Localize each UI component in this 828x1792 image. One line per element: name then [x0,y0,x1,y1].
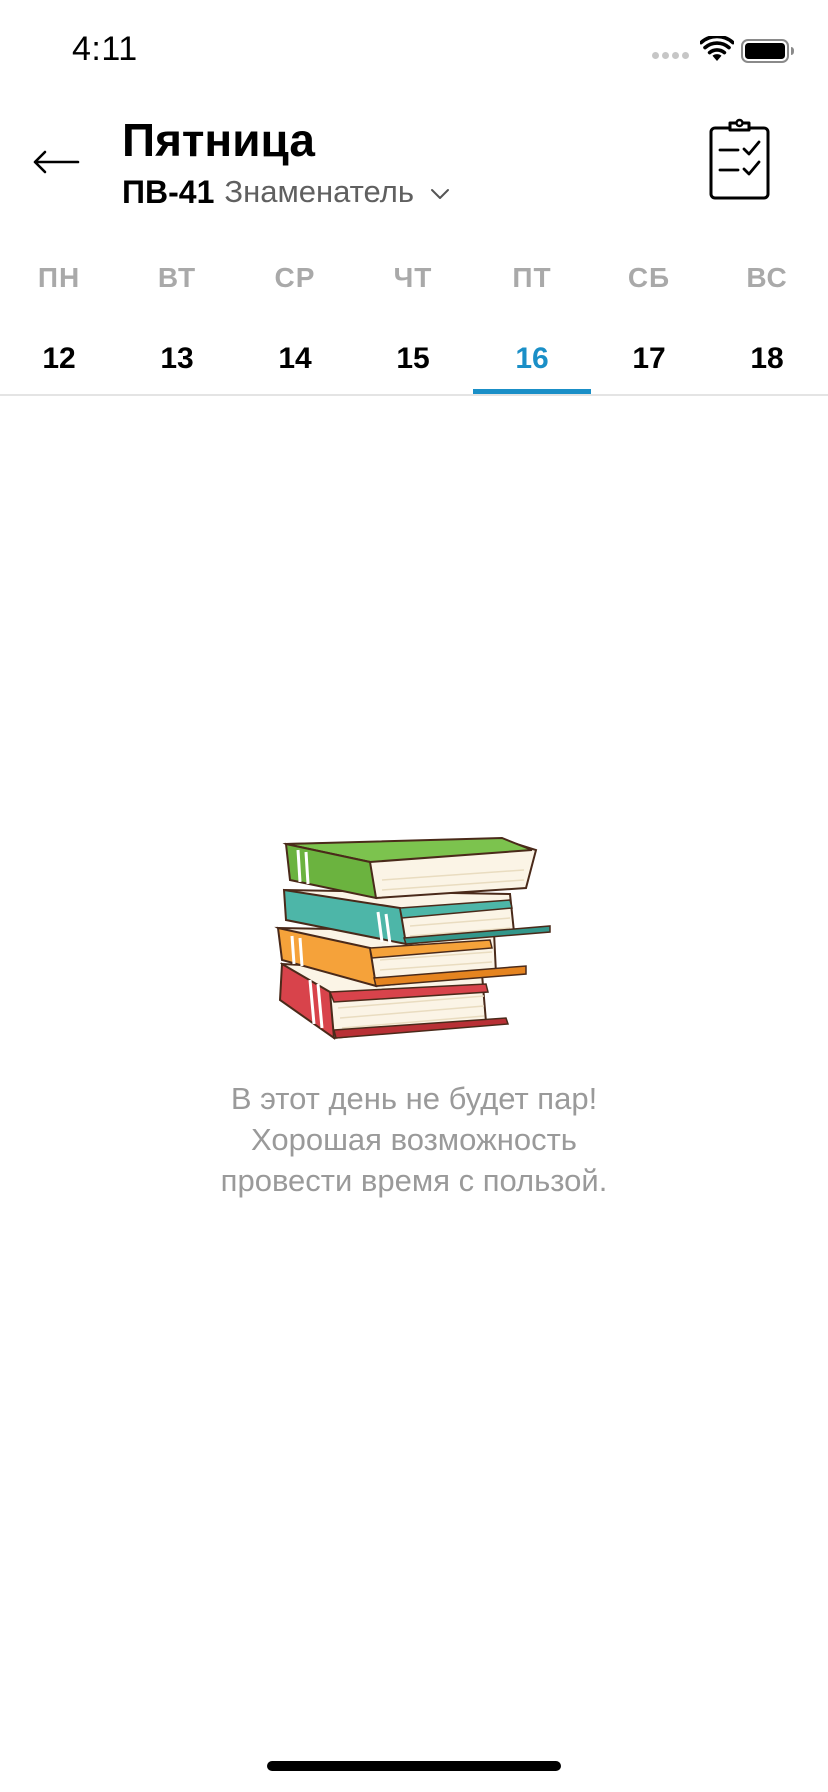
page-title: Пятница [122,114,315,166]
day-tab-tue[interactable]: ВТ 13 [118,250,236,396]
day-tab-sat[interactable]: СБ 17 [590,250,708,396]
day-name: ПТ [512,262,552,293]
tasks-button[interactable] [706,118,774,202]
empty-state-line: В этот день не будет пар! [230,1081,598,1116]
day-name: ПН [37,262,81,293]
day-name: СР [274,262,316,293]
empty-state-line: Хорошая возможность [251,1122,577,1157]
signal-dots-icon [652,52,690,62]
week-day-selector: ПН 12 ВТ 13 СР 14 ЧТ 15 ПТ 16 СБ 17 ВС 1… [0,250,828,396]
day-number: 12 [42,342,76,375]
day-tab-sun[interactable]: ВС 18 [708,250,826,396]
clipboard-checklist-icon [709,118,770,200]
empty-state-message: В этот день не будет пар! Хорошая возмож… [114,1078,714,1201]
group-name: ПВ-41 [122,173,215,210]
day-number: 16 [515,342,549,375]
status-bar: 4:11 [0,0,828,100]
day-name: СБ [627,262,671,293]
wifi-icon [700,36,734,61]
day-number: 15 [396,342,430,375]
home-indicator[interactable] [267,1761,561,1771]
back-button[interactable] [28,138,84,186]
day-tab-mon[interactable]: ПН 12 [0,250,118,396]
schedule-screen: 4:11 Пятница ПВ-41 Знаменатель ПН 12 ВТ … [0,0,828,1792]
day-tab-thu[interactable]: ЧТ 15 [354,250,472,396]
day-tab-wed[interactable]: СР 14 [236,250,354,396]
day-number: 14 [278,342,312,375]
battery-icon [741,39,794,63]
day-number: 13 [160,342,194,375]
week-type-dropdown[interactable]: Знаменатель [224,174,450,210]
arrow-left-icon [33,150,80,174]
schedule-subtitle: ПВ-41 Знаменатель [122,170,450,214]
empty-state-line: провести время с пользой. [220,1163,608,1198]
day-number: 18 [750,342,784,375]
day-name: ВТ [157,262,197,293]
day-tab-fri[interactable]: ПТ 16 [473,250,591,396]
status-time: 4:11 [72,30,138,68]
chevron-down-icon [430,189,449,199]
day-name: ВС [746,262,788,293]
divider [0,394,828,396]
day-name: ЧТ [393,262,433,293]
day-number: 17 [632,342,666,375]
week-type-label: Знаменатель [224,174,414,209]
books-illustration [274,836,551,1041]
